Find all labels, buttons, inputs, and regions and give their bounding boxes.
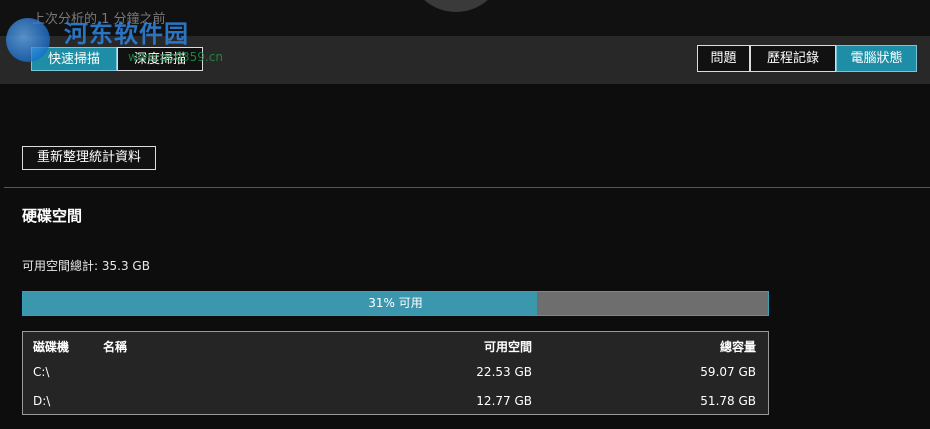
row-d-free: 12.77 GB <box>476 394 532 408</box>
top-area: 上次分析的 1 分鐘之前 <box>0 0 930 36</box>
divider <box>4 187 930 188</box>
column-header-drive: 磁碟機 <box>33 340 70 354</box>
history-tab[interactable]: 歷程記錄 <box>750 45 836 72</box>
deep-scan-tab[interactable]: 深度掃描 <box>117 47 203 71</box>
row-c-total: 59.07 GB <box>700 365 756 379</box>
free-space-total: 可用空間總計: 35.3 GB <box>22 259 150 273</box>
column-header-free: 可用空間 <box>483 340 532 354</box>
row-d-total: 51.78 GB <box>700 394 756 408</box>
quick-scan-tab[interactable]: 快速掃描 <box>31 47 117 71</box>
status-gauge-icon <box>424 0 488 12</box>
column-header-name: 名稱 <box>103 340 128 354</box>
issues-tab[interactable]: 問題 <box>697 45 750 72</box>
disk-usage-bar: 31% 可用 <box>22 291 769 316</box>
column-header-total: 總容量 <box>719 340 756 354</box>
last-scan-text: 上次分析的 1 分鐘之前 <box>32 12 166 27</box>
refresh-stats-button[interactable]: 重新整理統計資料 <box>22 146 156 170</box>
row-d-drive: D:\ <box>33 394 51 408</box>
toolbar: 快速掃描 深度掃描 問題 歷程記錄 電腦狀態 <box>0 36 930 84</box>
row-c-drive: C:\ <box>33 365 50 379</box>
disk-table: 磁碟機 名稱 可用空間 總容量 C:\ 22.53 GB 59.07 GB D:… <box>22 331 769 415</box>
pc-status-tab[interactable]: 電腦狀態 <box>836 45 917 72</box>
disk-usage-label: 31% 可用 <box>368 296 423 310</box>
row-c-free: 22.53 GB <box>476 365 532 379</box>
disk-space-title: 硬碟空間 <box>22 207 83 225</box>
